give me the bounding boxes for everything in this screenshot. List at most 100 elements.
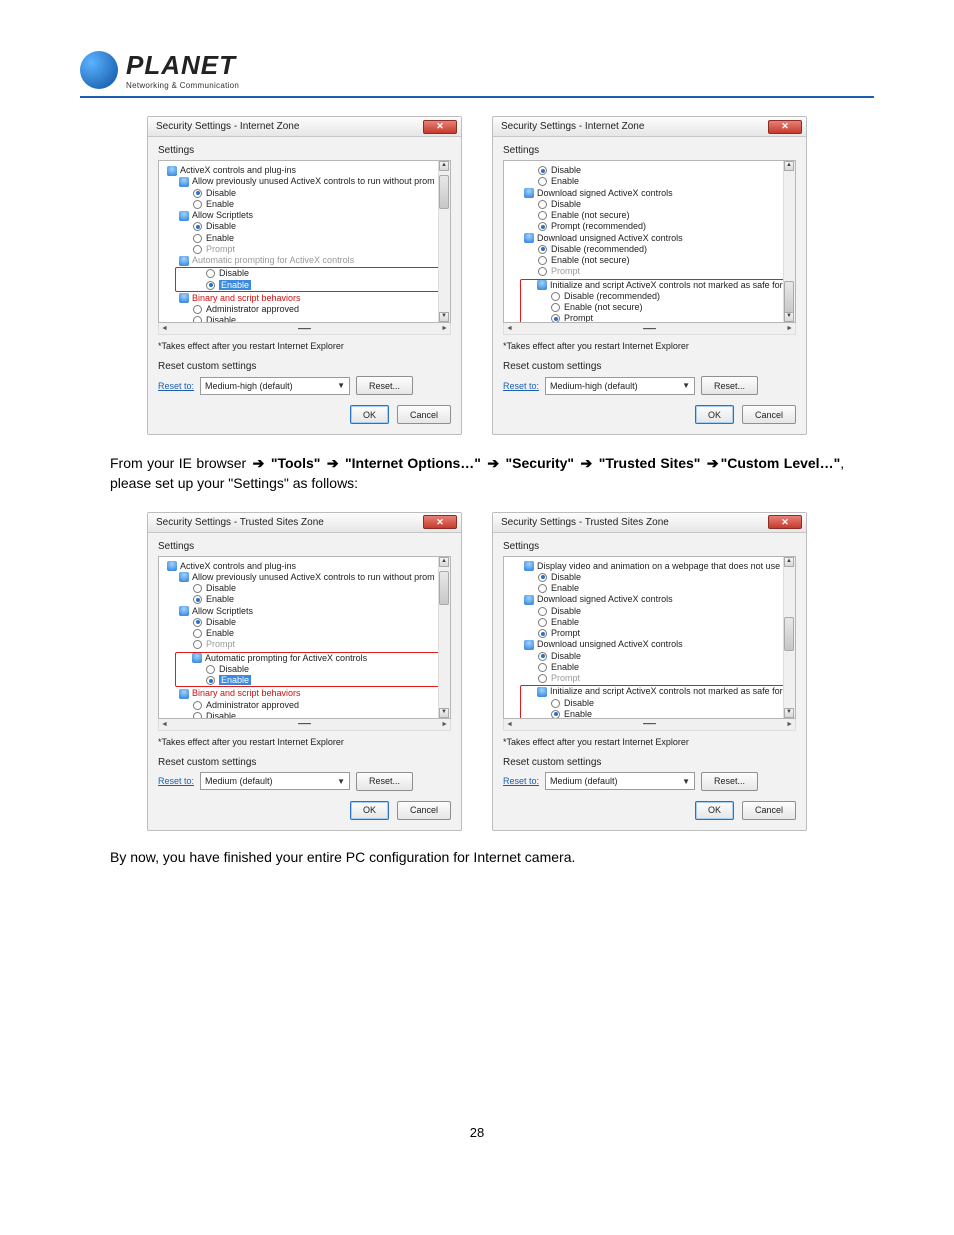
radio-icon[interactable] [538, 629, 547, 638]
reset-button[interactable]: Reset... [356, 772, 413, 791]
radio-icon[interactable] [538, 245, 547, 254]
horizontal-scrollbar[interactable]: ◄━━━► [158, 719, 451, 731]
settings-tree[interactable]: DisableEnableDownload signed ActiveX con… [503, 160, 796, 323]
radio-option[interactable]: Disable [165, 315, 446, 323]
radio-option[interactable]: Enable [165, 233, 446, 244]
dialog-titlebar[interactable]: Security Settings - Internet Zone✕ [148, 117, 461, 137]
radio-option[interactable]: Disable [178, 664, 443, 675]
radio-icon[interactable] [193, 222, 202, 231]
radio-option[interactable]: Enable (not secure) [510, 255, 791, 266]
radio-icon[interactable] [538, 177, 547, 186]
scroll-thumb[interactable] [439, 175, 449, 209]
scroll-up-icon[interactable]: ▲ [784, 557, 794, 567]
radio-icon[interactable] [538, 674, 547, 683]
cancel-button[interactable]: Cancel [742, 801, 796, 820]
radio-option[interactable]: Disable [165, 583, 446, 594]
vertical-scrollbar[interactable]: ▲▼ [438, 557, 450, 718]
radio-option[interactable]: Prompt [523, 313, 788, 323]
radio-icon[interactable] [193, 712, 202, 719]
close-button[interactable]: ✕ [768, 120, 802, 134]
radio-option[interactable]: Enable [510, 583, 791, 594]
radio-option[interactable]: Enable [510, 176, 791, 187]
radio-option[interactable]: Enable (not secure) [523, 302, 788, 313]
settings-tree[interactable]: ActiveX controls and plug-insAllow previ… [158, 556, 451, 719]
scroll-down-icon[interactable]: ▼ [784, 708, 794, 718]
radio-option[interactable]: Disable (recommended) [523, 291, 788, 302]
radio-option[interactable]: Administrator approved [165, 304, 446, 315]
radio-icon[interactable] [538, 607, 547, 616]
reset-button[interactable]: Reset... [701, 376, 758, 395]
scroll-thumb[interactable] [784, 617, 794, 651]
radio-icon[interactable] [551, 292, 560, 301]
reset-combo[interactable]: Medium (default)▼ [545, 772, 695, 790]
ok-button[interactable]: OK [695, 801, 734, 820]
reset-combo[interactable]: Medium-high (default)▼ [545, 377, 695, 395]
radio-icon[interactable] [193, 629, 202, 638]
dialog-titlebar[interactable]: Security Settings - Internet Zone✕ [493, 117, 806, 137]
horizontal-scrollbar[interactable]: ◄━━━► [158, 323, 451, 335]
radio-icon[interactable] [193, 305, 202, 314]
radio-icon[interactable] [551, 314, 560, 323]
radio-option[interactable]: Enable [165, 199, 446, 210]
radio-option[interactable]: Prompt (recommended) [510, 221, 791, 232]
ok-button[interactable]: OK [350, 405, 389, 424]
reset-combo[interactable]: Medium (default)▼ [200, 772, 350, 790]
radio-icon[interactable] [538, 573, 547, 582]
dialog-titlebar[interactable]: Security Settings - Trusted Sites Zone✕ [148, 513, 461, 533]
radio-icon[interactable] [193, 200, 202, 209]
radio-option[interactable]: Enable [165, 628, 446, 639]
radio-icon[interactable] [206, 665, 215, 674]
scroll-up-icon[interactable]: ▲ [439, 557, 449, 567]
ok-button[interactable]: OK [695, 405, 734, 424]
radio-option[interactable]: Disable [165, 188, 446, 199]
radio-icon[interactable] [551, 710, 560, 719]
radio-icon[interactable] [551, 303, 560, 312]
radio-option[interactable]: Disable [165, 617, 446, 628]
scroll-down-icon[interactable]: ▼ [439, 312, 449, 322]
radio-option[interactable]: Enable (not secure) [510, 210, 791, 221]
scroll-thumb[interactable] [784, 281, 794, 315]
cancel-button[interactable]: Cancel [397, 801, 451, 820]
radio-icon[interactable] [193, 189, 202, 198]
radio-icon[interactable] [538, 166, 547, 175]
radio-icon[interactable] [206, 676, 215, 685]
radio-option[interactable]: Disable [165, 221, 446, 232]
scroll-down-icon[interactable]: ▼ [439, 708, 449, 718]
radio-option[interactable]: Disable (recommended) [510, 244, 791, 255]
settings-tree[interactable]: Display video and animation on a webpage… [503, 556, 796, 719]
scroll-up-icon[interactable]: ▲ [784, 161, 794, 171]
horizontal-scrollbar[interactable]: ◄━━━► [503, 323, 796, 335]
radio-icon[interactable] [538, 211, 547, 220]
cancel-button[interactable]: Cancel [397, 405, 451, 424]
close-button[interactable]: ✕ [768, 515, 802, 529]
radio-icon[interactable] [538, 618, 547, 627]
radio-option[interactable]: Enable [523, 709, 788, 719]
radio-option[interactable]: Prompt [510, 266, 791, 277]
vertical-scrollbar[interactable]: ▲▼ [438, 161, 450, 322]
radio-option[interactable]: Enable [178, 280, 443, 291]
radio-icon[interactable] [193, 595, 202, 604]
radio-option[interactable]: Administrator approved [165, 700, 446, 711]
scroll-up-icon[interactable]: ▲ [439, 161, 449, 171]
reset-button[interactable]: Reset... [701, 772, 758, 791]
radio-option[interactable]: Disable [510, 606, 791, 617]
close-button[interactable]: ✕ [423, 515, 457, 529]
scroll-thumb[interactable] [439, 571, 449, 605]
radio-icon[interactable] [538, 663, 547, 672]
radio-icon[interactable] [538, 584, 547, 593]
radio-option[interactable]: Disable [178, 268, 443, 279]
radio-option[interactable]: Enable [165, 594, 446, 605]
horizontal-scrollbar[interactable]: ◄━━━► [503, 719, 796, 731]
close-button[interactable]: ✕ [423, 120, 457, 134]
radio-option[interactable]: Prompt [510, 673, 791, 684]
radio-option[interactable]: Disable [510, 572, 791, 583]
radio-icon[interactable] [193, 640, 202, 649]
radio-option[interactable]: Disable [510, 199, 791, 210]
vertical-scrollbar[interactable]: ▲▼ [783, 557, 795, 718]
radio-icon[interactable] [193, 316, 202, 323]
radio-option[interactable]: Disable [523, 698, 788, 709]
radio-icon[interactable] [538, 652, 547, 661]
ok-button[interactable]: OK [350, 801, 389, 820]
radio-icon[interactable] [538, 267, 547, 276]
radio-icon[interactable] [551, 699, 560, 708]
